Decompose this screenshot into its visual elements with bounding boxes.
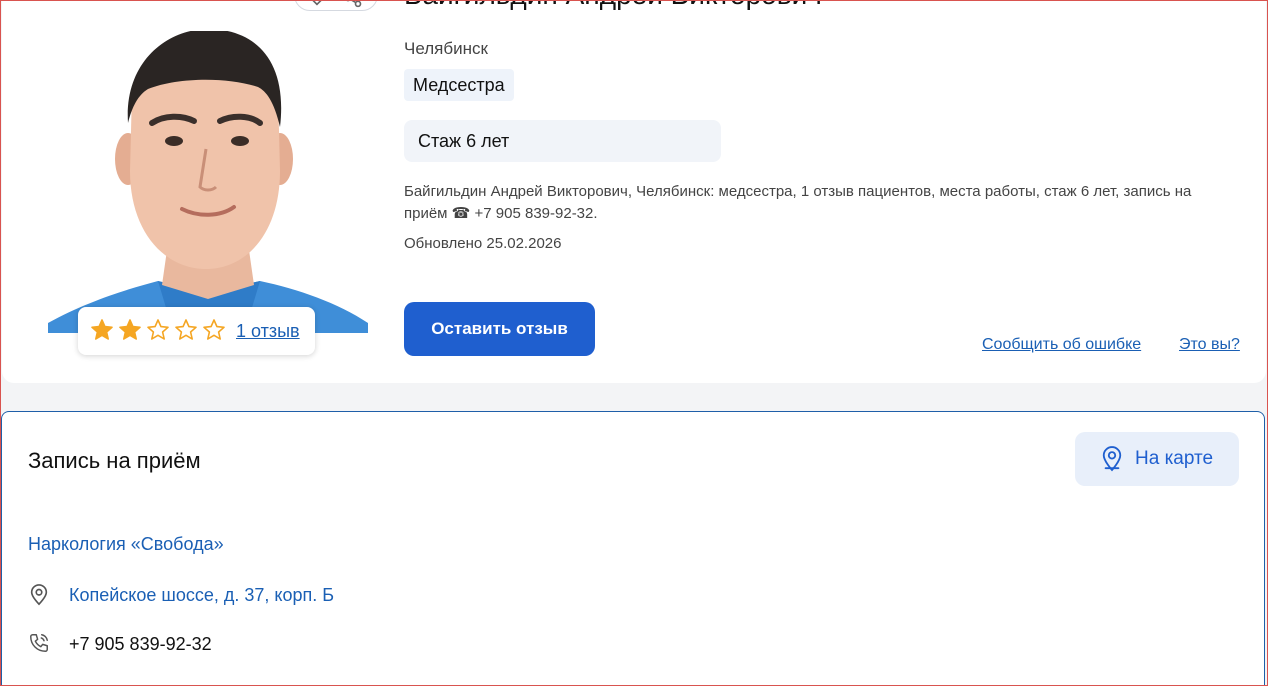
leave-review-button[interactable]: Оставить отзыв (404, 302, 595, 356)
heart-icon[interactable] (307, 0, 327, 6)
rating-box: 1 отзыв (78, 307, 315, 355)
map-pin-icon (1102, 446, 1122, 472)
appointment-card: Запись на приём На карте Наркология «Сво… (1, 411, 1265, 685)
appointment-title: Запись на приём (28, 448, 201, 473)
star-filled-icon (119, 319, 141, 340)
reviews-count-link[interactable]: 1 отзыв (236, 321, 300, 342)
phone-icon (30, 634, 48, 652)
page-frame: 1 отзыв Байгильдин Андрей Викторович Чел… (0, 0, 1268, 686)
doctor-profile-card: 1 отзыв Байгильдин Андрей Викторович Чел… (2, 0, 1266, 383)
specialty-chip[interactable]: Медсестра (404, 69, 514, 101)
on-map-label: На карте (1135, 448, 1214, 469)
on-map-button[interactable]: На карте (1075, 432, 1239, 486)
address-link[interactable]: Копейское шоссе, д. 37, корп. Б (69, 585, 334, 606)
doctor-name: Байгильдин Андрей Викторович (404, 1, 822, 11)
is-it-you-link[interactable]: Это вы? (1179, 336, 1240, 354)
star-empty-icon (147, 319, 169, 340)
favorite-share-pill[interactable] (294, 0, 378, 11)
star-empty-icon (203, 319, 225, 340)
doctor-photo (48, 31, 368, 333)
updated-date: Обновлено 25.02.2026 (404, 235, 562, 252)
star-empty-icon (175, 319, 197, 340)
clinic-name-link[interactable]: Наркология «Свобода» (28, 534, 224, 555)
experience-box: Стаж 6 лет (404, 120, 721, 162)
star-filled-icon (91, 319, 113, 340)
profile-description: Байгильдин Андрей Викторович, Челябинск:… (404, 183, 1192, 222)
share-icon[interactable] (343, 0, 363, 8)
city-label: Челябинск (404, 39, 488, 58)
report-error-link[interactable]: Сообщить об ошибке (982, 336, 1141, 354)
phone-number[interactable]: +7 905 839-92-32 (69, 634, 212, 655)
star-rating (90, 318, 226, 342)
map-pin-icon (30, 584, 48, 606)
